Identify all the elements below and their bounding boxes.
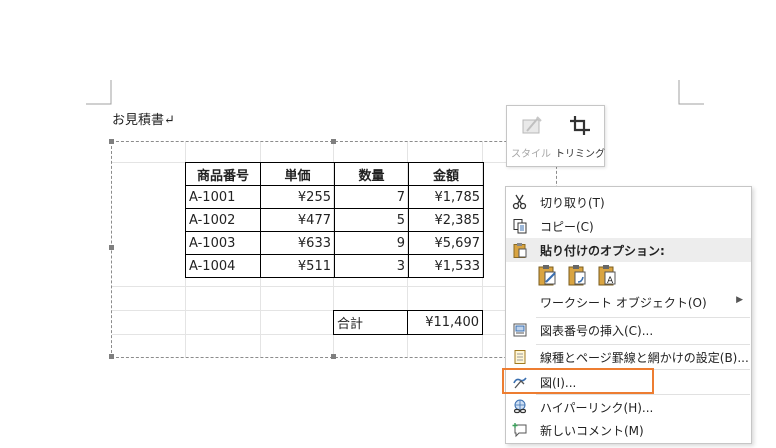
total-table: 合計 ¥11,400 xyxy=(333,310,483,335)
menu-item-label: 貼り付けのオプション: xyxy=(540,244,665,258)
menu-item-label: 線種とページ罫線と網かけの設定(B)... xyxy=(540,351,749,365)
amount-cell: ¥1,785 xyxy=(408,185,484,209)
scissors-icon xyxy=(512,194,527,210)
resize-handle[interactable] xyxy=(109,139,114,144)
quantity-cell: 7 xyxy=(334,185,409,209)
menu-item-cut[interactable]: 切り取り(T) xyxy=(506,190,751,214)
total-row: 合計 ¥11,400 xyxy=(333,310,483,335)
quantity-cell: 3 xyxy=(334,254,409,278)
crop-button[interactable]: トリミング xyxy=(555,106,605,166)
product-code-cell: A-1001 xyxy=(185,185,261,209)
caption-icon xyxy=(513,323,527,337)
paste-text-icon[interactable]: A xyxy=(596,264,620,288)
menu-item-label: 新しいコメント(M) xyxy=(540,424,644,438)
style-button[interactable]: スタイル xyxy=(507,106,555,166)
menu-item-new-comment[interactable]: 新しいコメント(M) xyxy=(506,418,751,442)
resize-handle[interactable] xyxy=(331,139,336,144)
page-corner-mark-left xyxy=(86,80,112,105)
header-cell: 商品番号 xyxy=(185,162,261,186)
menu-item-insert-caption[interactable]: 図表番号の挿入(C)... xyxy=(506,318,751,342)
menu-item-worksheet-object[interactable]: ワークシート オブジェクト(O) ▶ xyxy=(506,290,751,314)
page-corner-mark-right xyxy=(678,80,704,105)
quantity-cell: 9 xyxy=(334,231,409,255)
style-icon xyxy=(522,116,542,134)
total-label-cell: 合計 xyxy=(333,310,408,335)
paste-options-header: 貼り付けのオプション: xyxy=(506,238,751,262)
document-title[interactable]: お見積書↵ xyxy=(112,109,175,128)
amount-cell: ¥2,385 xyxy=(408,208,484,232)
table-header-row: 商品番号 単価 数量 金額 xyxy=(185,162,484,186)
table-row: A-1003 ¥633 9 ¥5,697 xyxy=(185,231,484,255)
product-code-cell: A-1002 xyxy=(185,208,261,232)
product-code-cell: A-1004 xyxy=(185,254,261,278)
resize-handle[interactable] xyxy=(109,354,114,359)
crop-icon xyxy=(570,116,590,135)
menu-item-label: 図表番号の挿入(C)... xyxy=(540,324,654,338)
unit-price-cell: ¥477 xyxy=(260,208,335,232)
unit-price-cell: ¥255 xyxy=(260,185,335,209)
highlight-box xyxy=(502,368,654,394)
paste-icon xyxy=(513,243,527,258)
resize-handle[interactable] xyxy=(109,245,114,250)
amount-cell: ¥5,697 xyxy=(408,231,484,255)
unit-price-cell: ¥633 xyxy=(260,231,335,255)
header-cell: 数量 xyxy=(334,162,409,186)
menu-item-label: 切り取り(T) xyxy=(540,196,605,210)
crop-label: トリミング xyxy=(555,149,605,160)
menu-item-copy[interactable]: コピー(C) xyxy=(506,214,751,238)
quantity-cell: 5 xyxy=(334,208,409,232)
menu-item-label: ハイパーリンク(H)... xyxy=(540,401,654,415)
menu-item-label: ワークシート オブジェクト(O) xyxy=(540,296,707,310)
context-menu: 切り取り(T) コピー(C) 貼り付けのオプション: A ワークシート オブジェ… xyxy=(505,186,752,444)
svg-text:A: A xyxy=(607,276,614,286)
paste-picture-icon[interactable] xyxy=(566,264,590,288)
copy-icon xyxy=(513,219,527,234)
hyperlink-icon xyxy=(513,399,527,414)
gridline xyxy=(112,286,556,287)
submenu-arrow-icon: ▶ xyxy=(736,295,743,305)
amount-cell: ¥1,533 xyxy=(408,254,484,278)
mini-toolbar: スタイル トリミング xyxy=(506,105,605,167)
resize-handle[interactable] xyxy=(331,354,336,359)
header-cell: 単価 xyxy=(260,162,335,186)
paste-keep-source-icon[interactable] xyxy=(536,264,560,288)
table-row: A-1002 ¥477 5 ¥2,385 xyxy=(185,208,484,232)
borders-icon xyxy=(514,350,526,364)
unit-price-cell: ¥511 xyxy=(260,254,335,278)
product-code-cell: A-1003 xyxy=(185,231,261,255)
comment-icon xyxy=(512,423,527,438)
total-value-cell: ¥11,400 xyxy=(407,310,483,335)
menu-item-borders-shading[interactable]: 線種とページ罫線と網かけの設定(B)... xyxy=(506,345,751,369)
menu-item-label: コピー(C) xyxy=(540,220,594,234)
table-row: A-1001 ¥255 7 ¥1,785 xyxy=(185,185,484,209)
menu-item-hyperlink[interactable]: ハイパーリンク(H)... xyxy=(506,395,751,419)
table-row: A-1004 ¥511 3 ¥1,533 xyxy=(185,254,484,278)
header-cell: 金額 xyxy=(408,162,484,186)
quotation-table: 商品番号 単価 数量 金額 A-1001 ¥255 7 ¥1,785 A-100… xyxy=(185,162,484,278)
style-label: スタイル xyxy=(511,149,551,160)
